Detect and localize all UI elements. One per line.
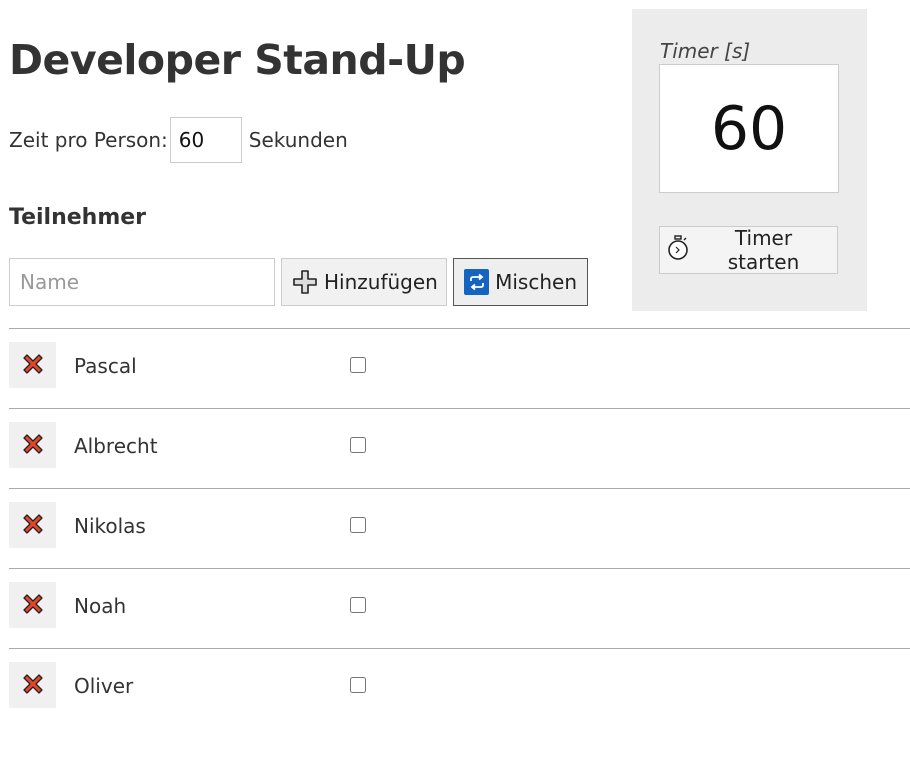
- delete-participant-button[interactable]: [9, 502, 56, 548]
- delete-x-icon: [20, 511, 46, 540]
- timer-panel: Timer [s] 60 Timer starten: [632, 9, 867, 311]
- delete-participant-button[interactable]: [9, 422, 56, 468]
- time-per-person-row: Zeit pro Person: Sekunden: [9, 116, 348, 164]
- delete-x-icon: [20, 351, 46, 380]
- participant-name: Albrecht: [74, 434, 158, 458]
- participant-name: Nikolas: [74, 514, 146, 538]
- participant-row: Noah: [9, 568, 910, 648]
- add-button-label: Hinzufügen: [324, 270, 438, 294]
- plus-icon: [292, 269, 318, 295]
- start-timer-button[interactable]: Timer starten: [659, 226, 838, 274]
- shuffle-button[interactable]: Mischen: [453, 258, 588, 306]
- participant-done-checkbox[interactable]: [350, 597, 366, 613]
- stopwatch-icon: [666, 234, 690, 266]
- delete-x-icon: [20, 431, 46, 460]
- delete-participant-button[interactable]: [9, 582, 56, 628]
- page-title: Developer Stand-Up: [9, 36, 466, 84]
- start-timer-label: Timer starten: [727, 226, 800, 274]
- participant-done-checkbox[interactable]: [350, 517, 366, 533]
- delete-participant-button[interactable]: [9, 662, 56, 708]
- participant-done-checkbox[interactable]: [350, 357, 366, 373]
- participant-row: Nikolas: [9, 488, 910, 568]
- delete-x-icon: [20, 591, 46, 620]
- participant-done-checkbox[interactable]: [350, 677, 366, 693]
- timer-display: 60: [659, 64, 839, 193]
- participant-list: Pascal Albrecht Nikolas Noah Oliver: [9, 328, 910, 728]
- delete-x-icon: [20, 671, 46, 700]
- add-participant-row: Hinzufügen Mischen: [9, 258, 588, 306]
- participant-name: Oliver: [74, 674, 134, 698]
- add-button[interactable]: Hinzufügen: [281, 258, 447, 306]
- delete-participant-button[interactable]: [9, 342, 56, 388]
- participants-heading: Teilnehmer: [9, 205, 147, 230]
- participant-done-checkbox[interactable]: [350, 437, 366, 453]
- name-input[interactable]: [9, 258, 275, 306]
- time-per-person-label: Zeit pro Person:: [9, 128, 168, 152]
- participant-name: Pascal: [74, 354, 137, 378]
- timer-label: Timer [s]: [660, 39, 751, 63]
- time-per-person-input[interactable]: [169, 117, 242, 163]
- participant-row: Pascal: [9, 328, 910, 408]
- shuffle-icon: [464, 269, 490, 295]
- participant-name: Noah: [74, 594, 127, 618]
- participant-row: Oliver: [9, 648, 910, 728]
- time-unit-label: Sekunden: [248, 128, 348, 152]
- shuffle-button-label: Mischen: [495, 270, 577, 294]
- participant-row: Albrecht: [9, 408, 910, 488]
